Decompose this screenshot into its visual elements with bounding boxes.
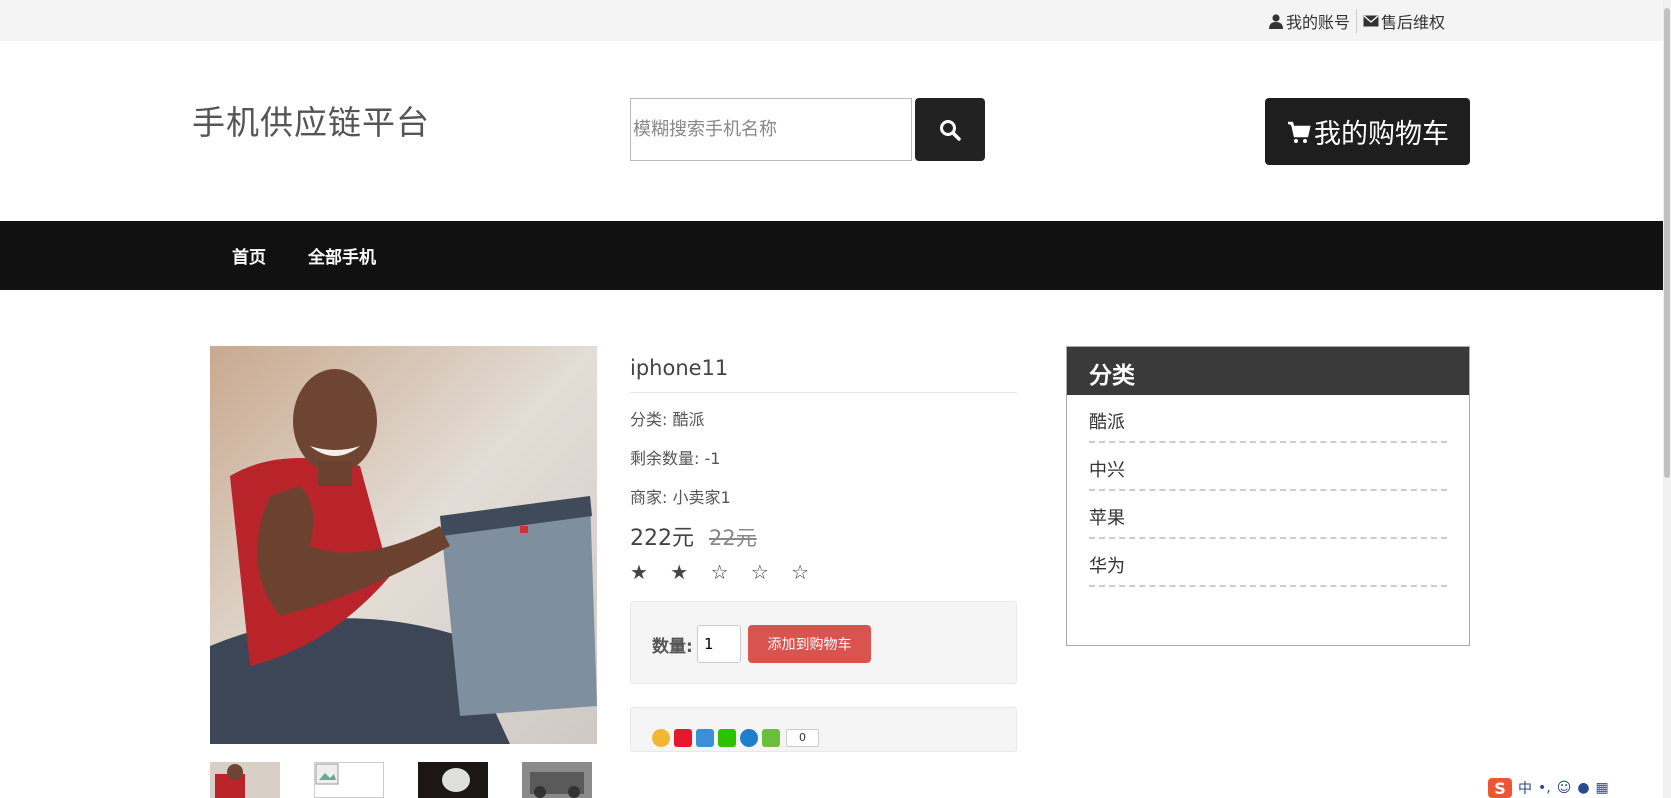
microphone-icon[interactable]: ● — [1577, 780, 1589, 796]
keyboard-icon[interactable]: ▦ — [1596, 780, 1609, 796]
nav-item-all-phones[interactable]: 全部手机 — [308, 243, 376, 268]
product-rating-stars: ★ ★ ☆ ☆ ☆ — [630, 560, 818, 584]
thumbnail-2-broken[interactable] — [314, 762, 384, 798]
category-item-huawei[interactable]: 华为 — [1089, 539, 1447, 587]
category-list: 酷派 中兴 苹果 华为 — [1067, 395, 1469, 587]
emoji-icon[interactable]: ☺ — [1557, 780, 1572, 796]
top-utility-bar: 我的账号 售后维权 — [0, 0, 1663, 41]
share-box: 0 — [630, 707, 1017, 752]
more-share-plus-icon[interactable] — [762, 729, 780, 747]
top-links: 我的账号 售后维权 — [1262, 9, 1451, 33]
ime-toolbar: S 中 •, ☺ ● ▦ — [1488, 778, 1609, 798]
page-scrollbar[interactable] — [1663, 0, 1671, 798]
renren-share-icon[interactable] — [740, 729, 758, 747]
site-header: 手机供应链平台 我的购物车 — [0, 41, 1663, 221]
category-item-apple[interactable]: 苹果 — [1089, 491, 1447, 539]
my-account-label: 我的账号 — [1285, 13, 1350, 32]
product-original-price: 22元 — [709, 526, 757, 550]
quantity-input[interactable] — [697, 625, 741, 663]
after-sales-link[interactable]: 售后维权 — [1357, 9, 1451, 33]
thumbnail-1[interactable] — [210, 762, 280, 798]
purchase-box: 数量: 添加到购物车 — [630, 601, 1017, 684]
ime-mode-indicator[interactable]: 中 — [1518, 778, 1532, 798]
search-input[interactable] — [630, 98, 912, 161]
sogou-ime-logo-icon[interactable]: S — [1488, 778, 1512, 798]
category-panel-title: 分类 — [1067, 347, 1469, 395]
product-stock: 剩余数量: -1 — [630, 449, 721, 468]
punctuation-icon[interactable]: •, — [1538, 780, 1551, 796]
product-info: iphone11 分类: 酷派 剩余数量: -1 商家: 小卖家1 222元 2… — [630, 346, 1017, 584]
product-price: 222元 — [630, 526, 694, 551]
category-item-zte[interactable]: 中兴 — [1089, 443, 1447, 491]
nav-item-home[interactable]: 首页 — [232, 243, 266, 268]
product-main-image — [210, 346, 597, 744]
qzone-share-icon[interactable] — [652, 729, 670, 747]
product-seller: 商家: 小卖家1 — [630, 488, 731, 507]
search-icon — [940, 119, 961, 141]
my-cart-button[interactable]: 我的购物车 — [1265, 98, 1470, 165]
my-account-link[interactable]: 我的账号 — [1262, 9, 1356, 33]
thumbnail-3[interactable] — [418, 762, 488, 798]
share-icons: 0 — [652, 729, 819, 747]
product-price-row: 222元 22元 — [630, 520, 1017, 552]
share-count: 0 — [786, 729, 819, 747]
category-item-coolpad[interactable]: 酷派 — [1089, 395, 1447, 443]
shopping-cart-icon — [1288, 121, 1311, 143]
tencent-weibo-share-icon[interactable] — [696, 729, 714, 747]
after-sales-label: 售后维权 — [1380, 13, 1445, 32]
scrollbar-thumb[interactable] — [1664, 8, 1670, 478]
thumbnail-4[interactable] — [522, 762, 592, 798]
add-to-cart-button[interactable]: 添加到购物车 — [748, 625, 871, 663]
user-icon — [1268, 14, 1283, 29]
wechat-share-icon[interactable] — [718, 729, 736, 747]
envelope-icon — [1363, 15, 1379, 27]
category-panel: 分类 酷派 中兴 苹果 华为 — [1066, 346, 1470, 646]
search-button[interactable] — [915, 98, 985, 161]
search-bar — [630, 98, 985, 161]
product-title: iphone11 — [630, 346, 1017, 393]
site-logo[interactable]: 手机供应链平台 — [192, 96, 430, 144]
weibo-share-icon[interactable] — [674, 729, 692, 747]
quantity-label: 数量: — [652, 637, 693, 657]
my-cart-label: 我的购物车 — [1314, 119, 1449, 150]
product-thumbnails — [210, 762, 592, 798]
main-nav: 首页 全部手机 — [0, 221, 1663, 290]
broken-image-icon — [315, 763, 339, 785]
product-category: 分类: 酷派 — [630, 410, 705, 429]
